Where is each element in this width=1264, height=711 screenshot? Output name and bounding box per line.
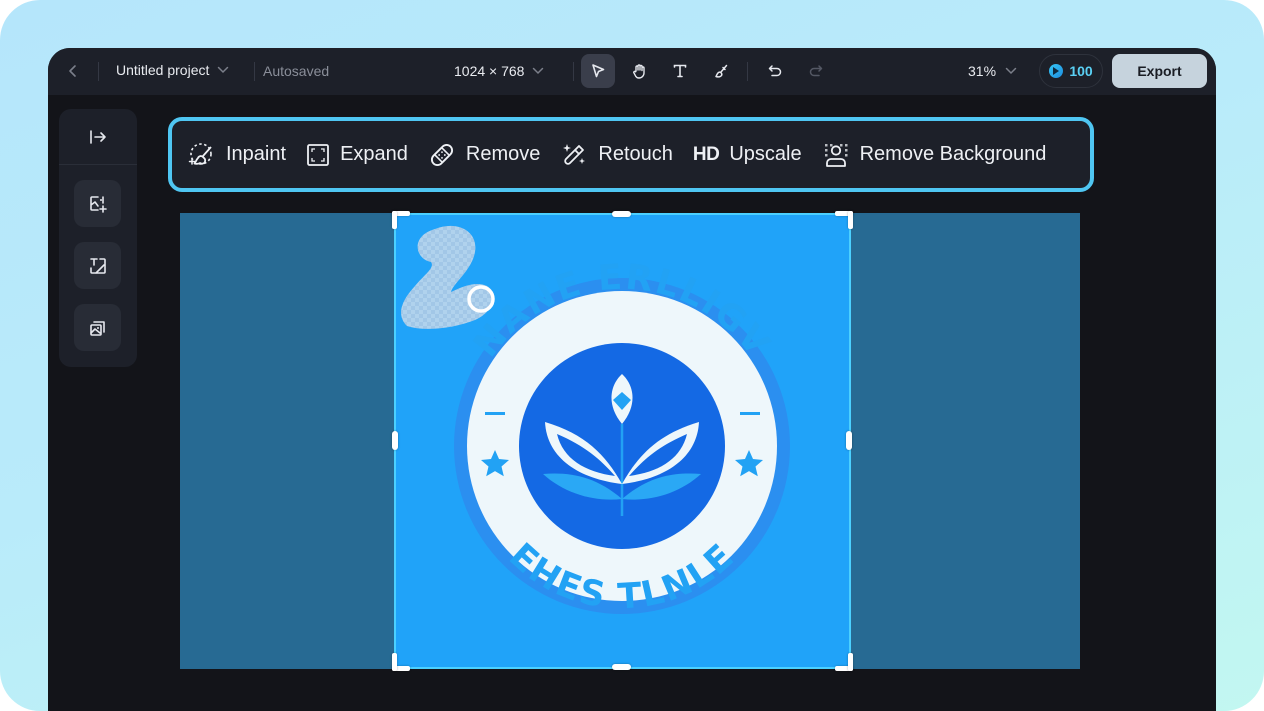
canvas-size-dropdown[interactable]: 1024 × 768	[454, 63, 544, 79]
top-bar: Untitled project Autosaved 1024 × 768 31…	[48, 48, 1216, 95]
canvas-size: 1024 × 768	[454, 63, 525, 79]
inpaint-label: Inpaint	[226, 143, 287, 165]
text-image-icon	[89, 257, 106, 274]
remove-button[interactable]: Remove	[428, 141, 540, 169]
magic-wand-icon	[563, 143, 586, 165]
image-stack-icon	[89, 320, 105, 336]
page-backdrop: Untitled project Autosaved 1024 × 768 31…	[0, 0, 1264, 711]
inpaint-brush-icon	[188, 142, 212, 165]
export-button[interactable]: Export	[1112, 54, 1207, 88]
editor-window: Untitled project Autosaved 1024 × 768 31…	[48, 48, 1216, 711]
remove-background-button[interactable]: Remove Background	[822, 141, 1047, 169]
credits-button[interactable]: 100	[1039, 54, 1103, 88]
expand-label: Expand	[340, 143, 408, 165]
bandage-icon	[430, 143, 453, 166]
remove-background-label: Remove Background	[859, 143, 1047, 165]
hand-tool-button[interactable]	[622, 54, 656, 88]
person-cutout-icon	[824, 143, 848, 167]
credit-icon	[1049, 64, 1064, 78]
resize-handle-bottom-left[interactable]	[392, 653, 410, 671]
chevron-left-icon	[69, 65, 76, 77]
chevron-down-icon	[218, 66, 229, 74]
upscale-label: Upscale	[729, 143, 802, 165]
inpaint-mask	[401, 225, 494, 329]
save-status: Autosaved	[263, 63, 330, 79]
undo-button[interactable]	[758, 54, 792, 88]
retouch-button[interactable]: Retouch	[560, 141, 673, 169]
redo-button[interactable]	[799, 54, 833, 88]
text-tool-button[interactable]	[663, 54, 697, 88]
cursor-arrow-icon	[592, 64, 605, 78]
brush-icon	[715, 64, 728, 78]
text-to-image-button[interactable]	[74, 242, 121, 289]
resize-handle-left[interactable]	[392, 431, 398, 450]
image-gallery-button[interactable]	[74, 304, 121, 351]
chevron-down-icon	[1005, 67, 1017, 75]
remove-label: Remove	[465, 143, 541, 165]
selected-image[interactable]: NANE ERLLIGV EHES TLNLE	[395, 214, 850, 668]
tool-group	[581, 54, 840, 88]
undo-icon	[768, 65, 782, 77]
logo-image: NANE ERLLIGV EHES TLNLE	[401, 225, 790, 617]
upscale-button[interactable]: HD Upscale	[693, 143, 802, 166]
hd-icon: HD	[692, 143, 720, 165]
expand-panel-icon	[90, 129, 106, 144]
resize-handle-bottom-right[interactable]	[835, 653, 853, 671]
divider	[747, 61, 748, 81]
divider	[254, 62, 255, 81]
credits-count: 100	[1069, 63, 1093, 79]
select-tool-button[interactable]	[581, 54, 615, 88]
zoom-level: 31%	[968, 63, 997, 79]
divider	[573, 62, 574, 81]
expand-frame-icon	[307, 143, 329, 166]
divider	[98, 62, 99, 81]
ai-tools-toolbar: Inpaint Expand Remove Retouch HD Upscale…	[168, 117, 1094, 192]
back-button[interactable]	[62, 60, 84, 82]
brush-tool-button[interactable]	[704, 54, 738, 88]
chevron-down-icon	[533, 67, 544, 75]
project-title: Untitled project	[116, 62, 210, 78]
left-panel	[59, 109, 137, 367]
hand-icon	[632, 63, 645, 79]
zoom-dropdown[interactable]: 31%	[968, 63, 1017, 79]
expand-panel-button[interactable]	[59, 109, 137, 165]
text-icon	[673, 64, 687, 78]
inpaint-button[interactable]: Inpaint	[188, 141, 286, 169]
resize-handle-top-left[interactable]	[392, 211, 410, 229]
redo-icon	[809, 65, 823, 77]
dash-mark	[740, 412, 760, 415]
resize-handle-bottom[interactable]	[612, 664, 631, 670]
expand-button[interactable]: Expand	[306, 143, 408, 167]
dash-mark	[485, 412, 505, 415]
image-add-icon	[89, 195, 107, 213]
resize-handle-top[interactable]	[612, 211, 631, 217]
project-title-dropdown[interactable]: Untitled project	[116, 62, 229, 78]
add-image-button[interactable]	[74, 180, 121, 227]
resize-handle-right[interactable]	[846, 431, 852, 450]
retouch-label: Retouch	[598, 143, 673, 165]
resize-handle-top-right[interactable]	[835, 211, 853, 229]
